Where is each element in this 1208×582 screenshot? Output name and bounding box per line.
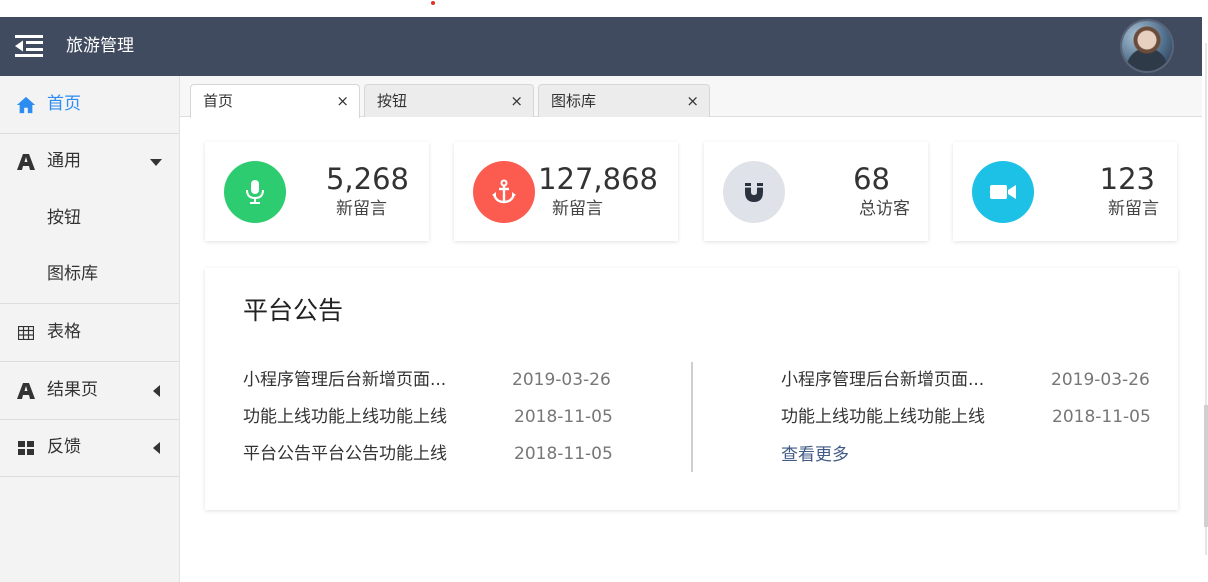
close-icon[interactable]: × xyxy=(686,92,699,110)
notice-item[interactable]: 平台公告平台公告功能上线 2018-11-05 xyxy=(243,442,643,466)
stat-value: 5,268 xyxy=(325,162,409,196)
sidebar-item-label: 通用 xyxy=(47,151,81,171)
stat-value: 127,868 xyxy=(538,162,658,196)
top-header: 旅游管理 xyxy=(0,17,1202,76)
stat-label: 新留言 xyxy=(336,199,387,219)
notice-item[interactable]: 小程序管理后台新增页面... 2019-03-26 xyxy=(781,368,1181,392)
notice-item-date: 2019-03-26 xyxy=(512,370,611,390)
notice-panel: 平台公告 小程序管理后台新增页面... 2019-03-26 功能上线功能上线功… xyxy=(205,268,1178,510)
tab-bar: 首页 × 按钮 × 图标库 × xyxy=(180,76,1202,118)
stat-card-new-messages: 123 新留言 xyxy=(953,142,1177,241)
home-icon xyxy=(16,95,36,115)
close-icon[interactable]: × xyxy=(336,92,349,110)
tab-label: 首页 xyxy=(203,92,234,110)
stat-label: 新留言 xyxy=(1108,199,1159,219)
menu-collapse-icon[interactable] xyxy=(15,35,43,57)
page-scrollbar[interactable] xyxy=(1202,0,1208,582)
font-icon xyxy=(16,381,36,401)
sidebar-subitem-label: 按钮 xyxy=(47,208,81,228)
table-icon xyxy=(16,323,36,343)
anchor-icon xyxy=(473,161,535,223)
tab-label: 按钮 xyxy=(377,92,408,110)
red-dot-marker xyxy=(431,1,435,5)
notice-item-text[interactable]: 功能上线功能上线功能上线 xyxy=(781,405,985,429)
sidebar-subitem-buttons[interactable]: 按钮 xyxy=(0,190,179,246)
notice-item[interactable]: 小程序管理后台新增页面... 2019-03-26 xyxy=(243,368,643,392)
sidebar-item-table[interactable]: 表格 xyxy=(0,304,179,362)
notice-item-text[interactable]: 小程序管理后台新增页面... xyxy=(243,368,446,392)
caret-down-icon xyxy=(149,155,163,169)
font-icon xyxy=(16,152,36,172)
notice-item-date: 2018-11-05 xyxy=(514,407,613,427)
sidebar-item-result[interactable]: 结果页 xyxy=(0,362,179,420)
caret-left-icon xyxy=(149,441,163,455)
stat-value: 123 xyxy=(1099,162,1155,196)
sidebar-item-label: 表格 xyxy=(47,322,81,342)
notice-item-text[interactable]: 小程序管理后台新增页面... xyxy=(781,368,984,392)
caret-left-icon xyxy=(149,384,163,398)
tab-home[interactable]: 首页 × xyxy=(190,84,360,118)
notice-item-text[interactable]: 平台公告平台公告功能上线 xyxy=(243,442,447,466)
notice-item[interactable]: 功能上线功能上线功能上线 2018-11-05 xyxy=(243,405,643,429)
grid-icon xyxy=(16,438,36,458)
tab-buttons[interactable]: 按钮 × xyxy=(364,84,534,117)
notice-item-date: 2018-11-05 xyxy=(514,444,613,464)
app-title: 旅游管理 xyxy=(66,36,134,56)
microphone-icon xyxy=(224,161,286,223)
sidebar-item-label: 反馈 xyxy=(47,437,81,457)
notice-item-text[interactable]: 功能上线功能上线功能上线 xyxy=(243,405,447,429)
video-camera-icon xyxy=(972,161,1034,223)
notice-item-date: 2018-11-05 xyxy=(1052,407,1151,427)
sidebar-subitem-icons[interactable]: 图标库 xyxy=(0,246,179,304)
sidebar: 首页 通用 按钮 图标库 表格 结果页 反馈 xyxy=(0,76,180,582)
stat-card-messages-total: 127,868 新留言 xyxy=(454,142,678,241)
stat-label: 新留言 xyxy=(552,199,603,219)
sidebar-item-home[interactable]: 首页 xyxy=(0,76,179,134)
tab-icons[interactable]: 图标库 × xyxy=(538,84,710,117)
sidebar-item-feedback[interactable]: 反馈 xyxy=(0,419,179,477)
stat-card-messages: 5,268 新留言 xyxy=(205,142,429,241)
tab-label: 图标库 xyxy=(551,92,597,110)
sidebar-item-label: 首页 xyxy=(47,94,81,114)
view-more-link[interactable]: 查看更多 xyxy=(781,443,849,467)
notice-item[interactable]: 功能上线功能上线功能上线 2018-11-05 xyxy=(781,405,1181,429)
magnet-icon xyxy=(723,161,785,223)
close-icon[interactable]: × xyxy=(510,92,523,110)
notice-title: 平台公告 xyxy=(243,296,344,325)
sidebar-item-general[interactable]: 通用 xyxy=(0,133,179,190)
stat-card-visitors: 68 总访客 xyxy=(704,142,928,241)
stat-label: 总访客 xyxy=(859,199,910,219)
scrollbar-thumb[interactable] xyxy=(1204,405,1208,527)
sidebar-subitem-label: 图标库 xyxy=(47,264,98,284)
column-divider xyxy=(691,362,693,472)
stat-value: 68 xyxy=(853,162,890,196)
notice-item-date: 2019-03-26 xyxy=(1051,370,1150,390)
user-avatar[interactable] xyxy=(1122,21,1172,71)
sidebar-item-label: 结果页 xyxy=(47,380,98,400)
